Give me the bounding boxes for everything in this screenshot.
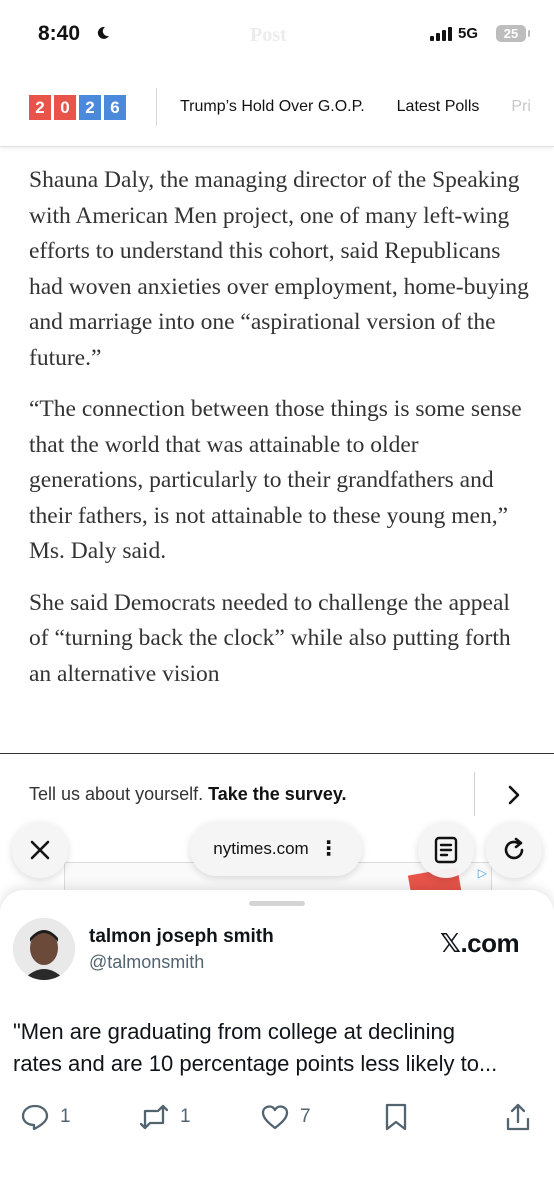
share-icon [506,1103,530,1131]
reply-button[interactable]: 1 [20,1102,71,1132]
nav-link-latest-polls[interactable]: Latest Polls [397,98,480,116]
reply-icon [21,1104,49,1131]
tweet-line: "Men are graduating from college at decl… [13,1019,455,1044]
heart-icon [261,1105,289,1130]
nav-links: Trump’s Hold Over G.O.P. Latest Polls Pr… [180,98,554,116]
article-body: Shauna Daly, the managing director of th… [29,163,529,708]
repost-icon [139,1104,169,1130]
repost-button[interactable]: 1 [138,1102,191,1132]
logo-digit: 2 [29,95,51,120]
article-paragraph: Shauna Daly, the managing director of th… [29,167,529,371]
close-icon [30,840,50,860]
x-logo[interactable]: 𝕏.com [440,928,520,959]
chevron-right-icon[interactable] [500,780,528,810]
author-name[interactable]: talmon joseph smith [89,926,274,948]
tweet-line: rates and are 10 percentage points less … [13,1051,498,1076]
logo-digit: 6 [104,95,126,120]
logo-digit: 0 [54,95,76,120]
bookmark-button[interactable] [382,1102,410,1132]
author-handle[interactable]: @talmonsmith [89,952,204,973]
close-button[interactable] [12,822,68,878]
reader-mode-icon [434,836,458,864]
like-count: 7 [300,1106,311,1127]
tweet-actions: 1 1 7 [0,1102,554,1142]
reload-icon [504,837,524,860]
article-paragraph: “The connection between those things is … [29,396,522,564]
share-button[interactable] [504,1102,532,1132]
cellular-signal-icon [430,27,452,41]
browser-toolbar: nytimes.com ⋮ [0,820,554,890]
status-time: 8:40 [38,22,81,45]
tweet-text[interactable]: "Men are graduating from college at decl… [13,1016,533,1080]
url-text: nytimes.com [213,839,309,858]
survey-prompt: Tell us about yourself. [29,784,204,804]
url-bar[interactable]: nytimes.com ⋮ [190,822,362,876]
nav-divider [156,88,157,126]
bookmark-icon [385,1103,407,1131]
article-paragraph: She said Democrats needed to challenge t… [29,589,511,687]
survey-divider [474,772,475,816]
survey-text: Tell us about yourself. Take the survey. [29,784,347,805]
nav-link-trumps-hold[interactable]: Trump’s Hold Over G.O.P. [180,98,365,116]
nav-link-truncated[interactable]: Pri [511,98,531,116]
like-button[interactable]: 7 [260,1102,311,1132]
logo-digit: 2 [79,95,101,120]
network-label: 5G [458,25,479,42]
status-bar: 8:40 Post 5G 25 [0,0,554,70]
article-viewport[interactable]: Shauna Daly, the managing director of th… [0,150,554,753]
survey-cta[interactable]: Take the survey. [208,784,346,804]
battery-icon: 25 [496,25,530,42]
ghost-page-title: Post [250,24,287,46]
sheet-grabber[interactable] [249,901,305,906]
section-nav-bar: 2 0 2 6 Trump’s Hold Over G.O.P. Latest … [0,70,554,147]
avatar-image [13,918,75,980]
more-options-icon[interactable]: ⋮ [319,839,339,859]
reload-button[interactable] [486,822,542,878]
reader-mode-button[interactable] [418,822,474,878]
repost-count: 1 [180,1106,191,1127]
tweet-preview-sheet[interactable]: talmon joseph smith @talmonsmith 𝕏.com "… [0,890,554,1199]
avatar[interactable] [13,918,75,980]
reply-count: 1 [60,1106,71,1127]
moon-icon [97,26,109,39]
election-2026-logo[interactable]: 2 0 2 6 [29,95,129,120]
